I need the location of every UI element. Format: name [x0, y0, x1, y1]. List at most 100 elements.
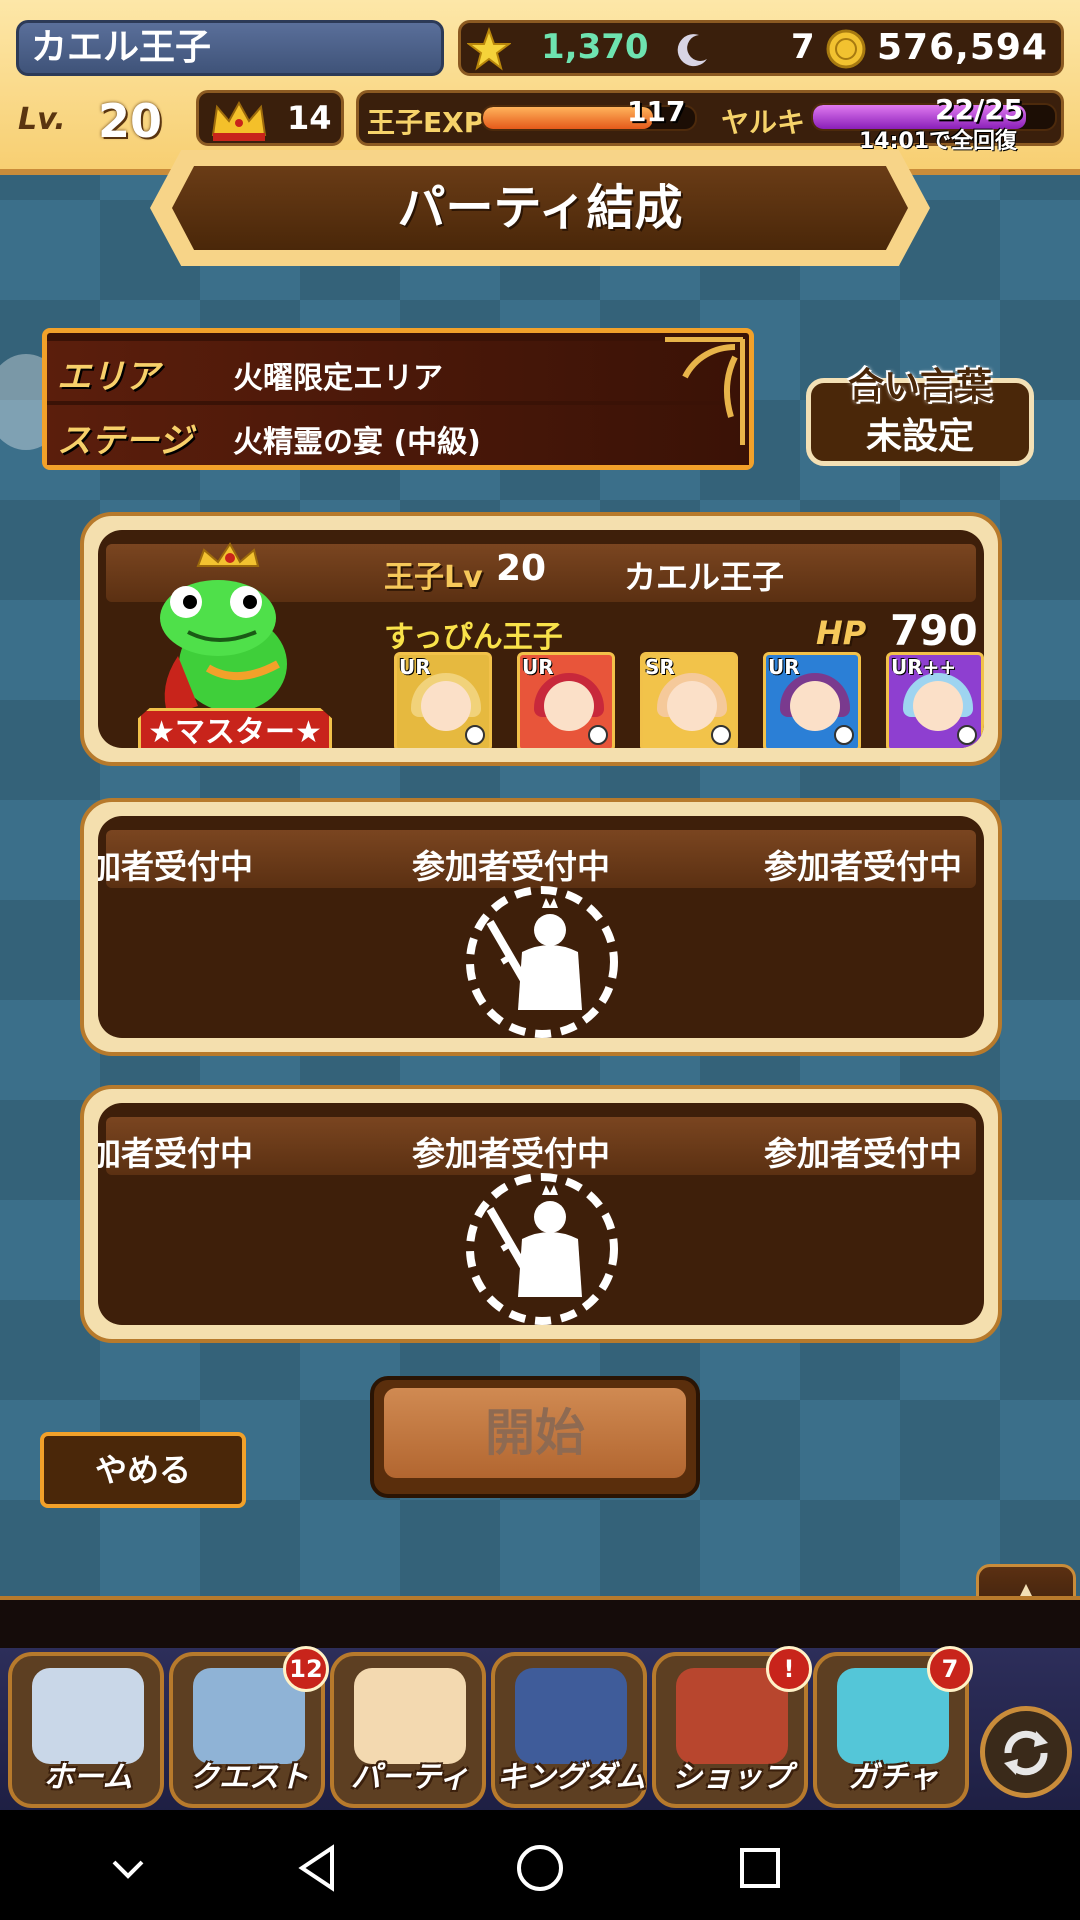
crown-icon [211, 100, 267, 141]
menu-item-label: ホーム [43, 1760, 133, 1795]
crown-count: 14 [287, 99, 332, 137]
refresh-button[interactable] [980, 1706, 1072, 1798]
recruit-panel[interactable]: 加者受付中 参加者受付中 参加者受付中 [80, 1085, 1002, 1343]
recruit-label: 加者受付中 [98, 847, 253, 886]
prince-level-value: 20 [496, 548, 547, 589]
rarity-label: UR [522, 655, 554, 679]
page-title: パーティ結成 [172, 166, 908, 250]
menu-item[interactable]: クエスト 12 [169, 1646, 329, 1808]
system-navigation-bar [0, 1810, 1080, 1920]
prince-name: カエル王子 [624, 558, 785, 596]
element-icon [834, 725, 854, 745]
chevron-down-icon[interactable] [100, 1840, 156, 1896]
rarity-label: UR++ [891, 655, 957, 679]
area-value: 火曜限定エリア [233, 361, 443, 396]
start-button[interactable]: 開始 [370, 1376, 700, 1498]
unit-face [667, 681, 717, 731]
coin-icon [826, 29, 866, 69]
element-icon [588, 725, 608, 745]
hp-value: 790 [890, 606, 978, 655]
level-label: Lv. [18, 102, 66, 137]
master-badge: ★マスター★ [138, 708, 332, 748]
resource-box[interactable]: 1,370 7 576,594 [458, 20, 1064, 76]
menu-item[interactable]: パーティ [330, 1652, 486, 1808]
rarity-label: SR [645, 655, 675, 679]
element-icon [465, 725, 485, 745]
unit-face [913, 681, 963, 731]
unit-card[interactable]: SR [640, 652, 738, 748]
unit-card[interactable]: UR [394, 652, 492, 748]
rarity-label: UR [399, 655, 431, 679]
notification-badge: ! [766, 1646, 812, 1692]
yaruki-label: ヤルキ [721, 106, 806, 139]
passphrase-title: 合い言葉 [847, 366, 992, 407]
crown-box[interactable]: 14 [196, 90, 344, 146]
recents-square-icon[interactable] [732, 1840, 788, 1896]
back-icon[interactable] [292, 1840, 348, 1896]
exp-value: 117 [627, 95, 686, 128]
element-icon [711, 725, 731, 745]
recruit-panel[interactable]: 加者受付中 参加者受付中 参加者受付中 [80, 798, 1002, 1056]
panel-body: 王子Lv 20 カエル王子 すっぴん王子 HP 790 ★マスター★ UR UR S… [98, 530, 984, 748]
menu-item-art [515, 1668, 627, 1764]
rarity-label: UR [768, 655, 800, 679]
start-button-label: 開始 [384, 1388, 686, 1478]
area-stage-box: エリア 火曜限定エリア ステージ 火精霊の宴 (中級) [42, 328, 754, 470]
unit-card[interactable]: UR++ [886, 652, 984, 748]
recruit-label: 参加者受付中 [412, 847, 610, 886]
menu-item[interactable]: ホーム [8, 1652, 164, 1808]
area-label: エリア [57, 357, 159, 397]
moon-icon [677, 34, 707, 67]
prince-level-label: 王子Lv [384, 560, 483, 595]
status-header: カエル王子 1,370 7 576,594 Lv. 20 14 王子EXP 11… [0, 0, 1080, 175]
menu-item-label: キングダム [496, 1760, 646, 1795]
passphrase-button[interactable]: 合い言葉 未設定 [806, 366, 1034, 466]
moon-count: 7 [791, 27, 815, 67]
menu-item-label: クエスト [189, 1760, 309, 1795]
coin-count: 576,594 [877, 27, 1048, 68]
level-value: 20 [98, 94, 163, 148]
refresh-icon [1004, 1730, 1048, 1776]
unit-card[interactable]: UR [517, 652, 615, 748]
unit-card[interactable]: UR [763, 652, 861, 748]
hp-label: HP [816, 614, 867, 652]
stage-label: ステージ [57, 421, 193, 461]
unit-face [544, 681, 594, 731]
menu-item-art [354, 1668, 466, 1764]
menu-item-label: ショップ [672, 1760, 792, 1795]
unit-face [421, 681, 471, 731]
passphrase-value: 未設定 [865, 416, 974, 457]
empty-slot-knight-icon [466, 886, 618, 1038]
element-icon [957, 725, 977, 745]
area-row: エリア 火曜限定エリア [47, 341, 749, 401]
yaruki-value: 22/25 [935, 93, 1024, 126]
panel-body: 加者受付中 参加者受付中 参加者受付中 [98, 1103, 984, 1325]
unit-face [790, 681, 840, 731]
stage-value: 火精霊の宴 (中級) [233, 425, 481, 460]
empty-slot-knight-icon [466, 1173, 618, 1325]
prince-title: すっぴん王子 [384, 620, 563, 655]
frog-prince-avatar [153, 542, 313, 736]
exp-label: 王子EXP [367, 106, 485, 139]
menu-item-label: パーティ [350, 1760, 470, 1795]
menu-item[interactable]: ガチャ 7 [813, 1646, 973, 1808]
menu-item[interactable]: ショップ! [652, 1646, 812, 1808]
menu-item[interactable]: キングダム [491, 1652, 647, 1808]
menu-item-art [32, 1668, 144, 1764]
master-party-panel[interactable]: 王子Lv 20 カエル王子 すっぴん王子 HP 790 ★マスター★ UR UR S… [80, 512, 1002, 766]
recruit-label: 参加者受付中 [764, 1134, 962, 1173]
stamina-value: 1,370 [541, 27, 649, 67]
star-icon [467, 27, 511, 71]
ornament-icon [665, 337, 745, 445]
cancel-button[interactable]: やめる [40, 1432, 246, 1508]
recruit-label: 加者受付中 [98, 1134, 253, 1173]
notification-badge: 12 [283, 1646, 329, 1692]
panel-body: 加者受付中 参加者受付中 参加者受付中 [98, 816, 984, 1038]
recruit-label: 参加者受付中 [764, 847, 962, 886]
home-circle-icon[interactable] [512, 1840, 568, 1896]
player-name[interactable]: カエル王子 [16, 20, 444, 76]
recruit-label: 参加者受付中 [412, 1134, 610, 1173]
notification-badge: 7 [927, 1646, 973, 1692]
player-level: Lv. 20 [18, 94, 198, 150]
stage-row: ステージ 火精霊の宴 (中級) [47, 405, 749, 465]
